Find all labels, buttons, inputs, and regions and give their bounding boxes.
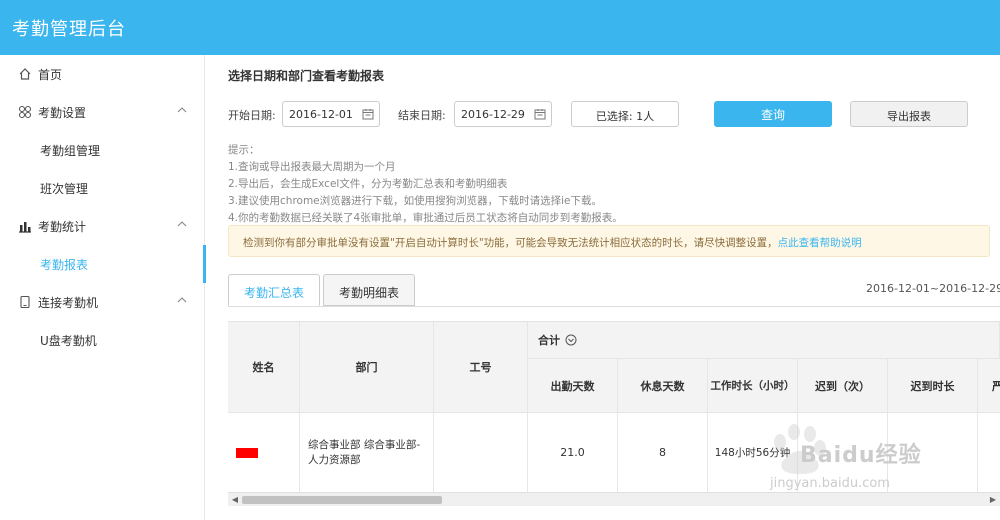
header-employee-id: 工号 bbox=[434, 322, 528, 413]
selected-people-button[interactable]: 已选择: 1人 bbox=[571, 101, 679, 127]
sidebar-item-usb-device[interactable]: U盘考勤机 bbox=[0, 321, 205, 359]
sidebar-item-shifts[interactable]: 班次管理 bbox=[0, 169, 205, 207]
header-name: 姓名 bbox=[228, 322, 300, 413]
scrollbar-thumb[interactable] bbox=[242, 496, 442, 504]
notice-text: 检测到你有部分审批单没有设置"开启自动计算时长"功能，可能会导致无法统计相应状态… bbox=[243, 237, 778, 249]
header-late-duration: 迟到时长 bbox=[888, 359, 978, 413]
tab-detail[interactable]: 考勤明细表 bbox=[323, 274, 415, 306]
calendar-icon[interactable] bbox=[534, 108, 546, 120]
tip-line: 4.你的考勤数据已经关联了4张审批单，审批通过后员工状态将自动同步到考勤报表。 bbox=[228, 212, 623, 224]
scroll-left-icon[interactable]: ◀ bbox=[230, 495, 240, 505]
device-icon bbox=[20, 295, 30, 309]
sidebar-item-attendance-groups[interactable]: 考勤组管理 bbox=[0, 131, 205, 169]
sidebar-item-attendance-stats[interactable]: 考勤统计 bbox=[0, 207, 205, 245]
scroll-right-icon[interactable]: ▶ bbox=[988, 495, 998, 505]
tip-line: 3.建议使用chrome浏览器进行下载，如使用搜狗浏览器，下载时请选择ie下载。 bbox=[228, 195, 603, 207]
sidebar-item-label: 考勤报表 bbox=[40, 258, 89, 272]
query-button[interactable]: 查询 bbox=[714, 101, 832, 127]
export-report-button[interactable]: 导出报表 bbox=[850, 101, 968, 127]
table-cell-dept: 综合事业部 综合事业部-人力资源部 bbox=[300, 413, 434, 492]
home-icon bbox=[19, 68, 31, 80]
tabs-divider bbox=[228, 306, 1000, 307]
sidebar-item-attendance-report[interactable]: 考勤报表 bbox=[0, 245, 206, 283]
header-work-hours: 工作时长（小时） bbox=[708, 359, 798, 413]
end-date-input[interactable]: 2016-12-29 bbox=[454, 101, 552, 127]
sidebar-item-label: 班次管理 bbox=[40, 182, 89, 196]
sidebar: 首页 考勤设置 考勤组管理 班次管理 考勤统计 考勤报表 连接考勤机 U盘考勤机 bbox=[0, 55, 206, 520]
redacted-name-block bbox=[236, 447, 258, 458]
sidebar-item-home[interactable]: 首页 bbox=[0, 55, 205, 93]
header-late-count: 迟到（次） bbox=[798, 359, 888, 413]
sidebar-item-label: 首页 bbox=[38, 68, 63, 82]
sidebar-item-attendance-settings[interactable]: 考勤设置 bbox=[0, 93, 205, 131]
sidebar-item-label: 连接考勤机 bbox=[38, 296, 99, 310]
chevron-up-icon bbox=[177, 297, 187, 303]
header-attendance-days: 出勤天数 bbox=[528, 359, 618, 413]
warning-notice: 检测到你有部分审批单没有设置"开启自动计算时长"功能，可能会导致无法统计相应状态… bbox=[228, 225, 990, 257]
table-cell-attendance-days: 21.0 bbox=[528, 413, 618, 492]
help-link[interactable]: 点此查看帮助说明 bbox=[778, 237, 862, 249]
table-cell-rest-days: 8 bbox=[618, 413, 708, 492]
header-total-label: 合计 bbox=[538, 334, 560, 347]
table-cell-name bbox=[228, 413, 300, 492]
bar-chart-icon bbox=[19, 222, 31, 233]
sidebar-item-label: U盘考勤机 bbox=[40, 334, 97, 348]
page-title: 选择日期和部门查看考勤报表 bbox=[228, 69, 385, 83]
start-date-input[interactable]: 2016-12-01 bbox=[282, 101, 380, 127]
tip-title: 提示： bbox=[228, 144, 260, 156]
header-total: 合计 bbox=[528, 322, 1000, 359]
header-dept: 部门 bbox=[300, 322, 434, 413]
chevron-up-icon bbox=[177, 107, 187, 113]
tab-summary[interactable]: 考勤汇总表 bbox=[228, 274, 320, 306]
chevron-up-icon bbox=[177, 221, 187, 227]
header-truncated: 严 bbox=[978, 359, 1000, 413]
top-bar: 考勤管理后台 bbox=[0, 0, 1000, 55]
calendar-icon[interactable] bbox=[362, 108, 374, 120]
end-date-value: 2016-12-29 bbox=[461, 108, 525, 121]
watermark-url: jingyan.baidu.com bbox=[770, 476, 890, 491]
settings-grid-icon bbox=[18, 105, 32, 119]
tip-line: 2.导出后，会生成Excel文件，分为考勤汇总表和考勤明细表 bbox=[228, 178, 508, 190]
date-range-text: 2016-12-01~2016-12-29 bbox=[866, 282, 1000, 295]
sidebar-item-label: 考勤统计 bbox=[38, 220, 87, 234]
end-date-label: 结束日期: bbox=[398, 109, 446, 122]
start-date-value: 2016-12-01 bbox=[289, 108, 353, 121]
start-date-label: 开始日期: bbox=[228, 109, 276, 122]
sidebar-item-label: 考勤设置 bbox=[38, 106, 87, 120]
table-cell-employee-id bbox=[434, 413, 528, 492]
tip-line: 1.查询或导出报表最大周期为一个月 bbox=[228, 161, 396, 173]
table-cell-truncated bbox=[978, 413, 1000, 492]
header-rest-days: 休息天数 bbox=[618, 359, 708, 413]
chevron-circle-down-icon[interactable] bbox=[565, 334, 577, 346]
watermark-brand: Baidu经验 bbox=[800, 443, 922, 468]
sidebar-item-label: 考勤组管理 bbox=[40, 144, 101, 158]
app-title: 考勤管理后台 bbox=[12, 19, 126, 40]
sidebar-item-connect-device[interactable]: 连接考勤机 bbox=[0, 283, 205, 321]
